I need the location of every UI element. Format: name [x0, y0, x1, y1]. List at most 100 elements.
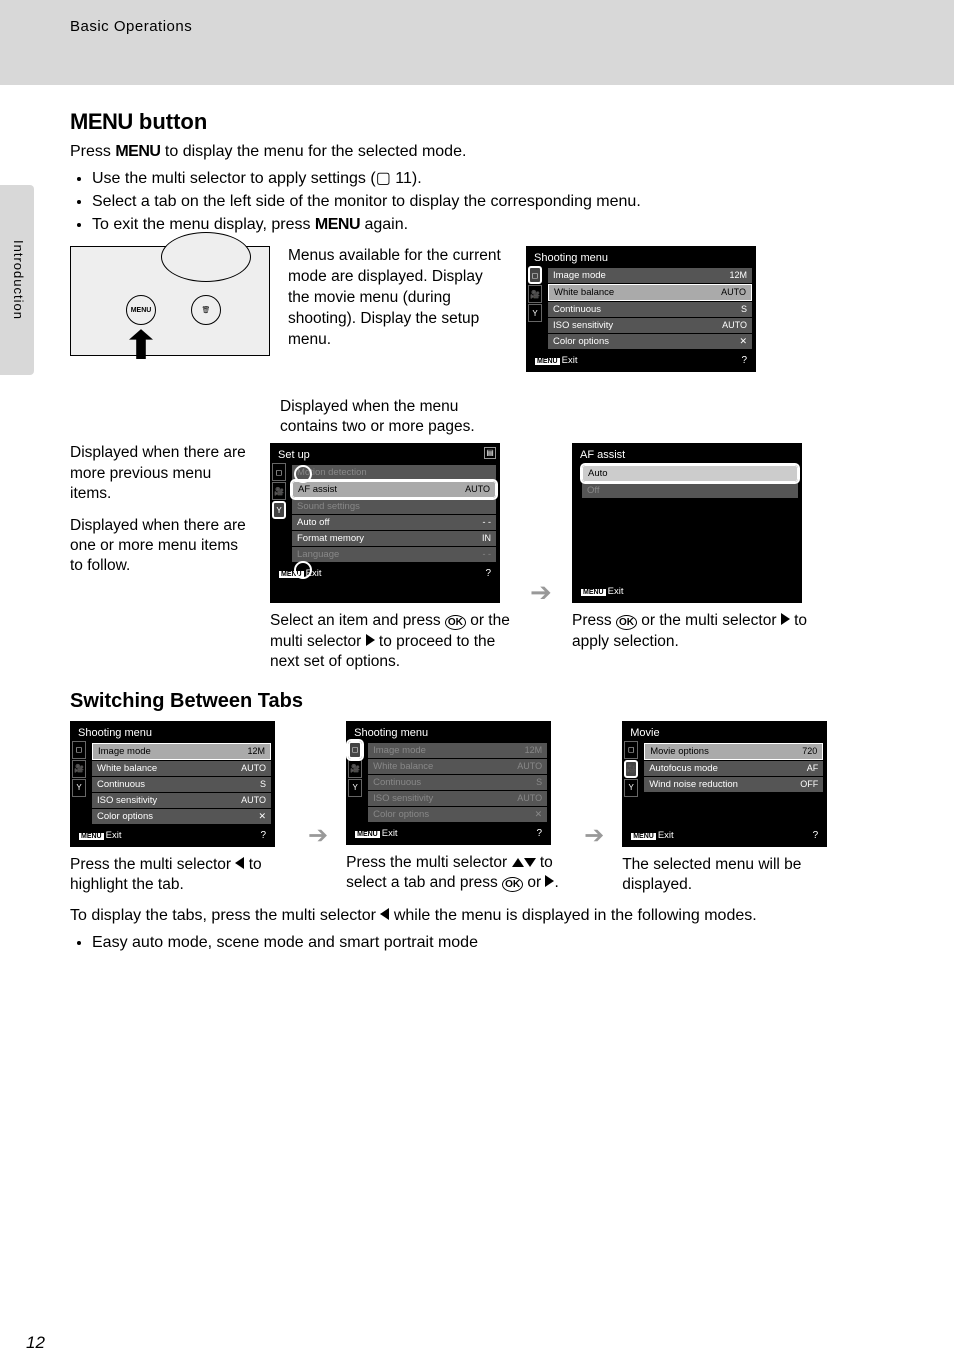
menu-item-value: IN [482, 533, 491, 544]
caption-select-item: Select an item and press OK or the multi… [270, 611, 510, 671]
menu-item-value: S [741, 304, 747, 315]
arrow-right-icon: ➔ [308, 821, 328, 850]
display-tabs: ◻ 🎥 Y [528, 266, 544, 323]
caption-b: Press the multi selector to select a tab… [346, 853, 566, 893]
menu-item-value: ✕ [258, 811, 266, 822]
menu-item-value: AUTO [721, 287, 746, 298]
help-icon: ? [741, 355, 747, 366]
menu-item-label: Autofocus mode [649, 763, 718, 774]
scroll-indicator-icon: ▤ [484, 447, 496, 459]
menu-item-label: Continuous [553, 304, 601, 315]
exit-label: Exit [631, 830, 673, 841]
menu-item-label: Language [297, 549, 339, 560]
heading-menu-button: MENU button [70, 109, 914, 135]
menu-item-value: OFF [800, 779, 818, 790]
page-number: 12 [26, 1333, 45, 1353]
menu-item-label: Color options [553, 336, 609, 347]
menu-item-label: ISO sensitivity [373, 793, 433, 804]
menu-item-label: Sound settings [297, 501, 360, 512]
tabs-display-c: Movie ◻🎥Y Movie options720 Autofocus mod… [622, 721, 827, 847]
menu-item-value: S [536, 777, 542, 788]
menu-item-label: Off [587, 485, 600, 496]
heading-suffix: button [133, 109, 208, 134]
exit-label: Exit [581, 586, 623, 597]
page-body: Introduction MENU button Press MENU to d… [0, 85, 954, 1367]
shooting-menu-display: Shooting menu ◻ 🎥 Y Image mode 12M White … [526, 246, 756, 372]
header-breadcrumb: Basic Operations [0, 0, 954, 53]
display-title: Movie [626, 725, 823, 743]
exit-label: Exit [535, 355, 577, 366]
menu-description: Menus available for the current mode are… [288, 246, 508, 351]
menu-item-value: ✕ [739, 336, 747, 347]
menu-item-value: 12M [247, 746, 265, 757]
exit-label: Exit [79, 830, 121, 841]
menu-item-label: Auto [588, 468, 608, 479]
menu-item-value: AUTO [517, 793, 542, 804]
menu-item-value: - - [483, 517, 492, 528]
menu-item-value: AUTO [465, 484, 490, 495]
arrow-right-icon: ➔ [584, 821, 604, 850]
caption-a: Press the multi selector to highlight th… [70, 855, 290, 895]
menu-item-value: 12M [525, 745, 543, 756]
caption-prev-items: Displayed when there are more previous m… [70, 443, 250, 503]
caption-c: The selected menu will be displayed. [622, 855, 842, 895]
menu-item-label: AF assist [298, 484, 337, 495]
bullet-item: Use the multi selector to apply settings… [92, 167, 914, 190]
menu-item-label: White balance [97, 763, 157, 774]
menu-item-value: - - [483, 549, 492, 560]
menu-item-value: AF [807, 763, 819, 774]
help-icon: ? [813, 830, 819, 841]
display-title: Shooting menu [350, 725, 547, 743]
menu-item-label: Image mode [553, 270, 606, 281]
menu-item-value: 12M [729, 270, 747, 281]
menu-item-label: Continuous [373, 777, 421, 788]
heading-switching-tabs: Switching Between Tabs [70, 690, 914, 713]
tab-setup-icon: Y [528, 304, 542, 322]
menu-item-label: Image mode [98, 746, 151, 757]
menu-item-value: ✕ [535, 809, 543, 820]
menu-item-label: White balance [373, 761, 433, 772]
tab-movie-icon: 🎥 [528, 285, 542, 303]
side-tab-introduction: Introduction [0, 185, 34, 375]
caption-pages: Displayed when the menu contains two or … [280, 397, 520, 437]
footer-para: To display the tabs, press the multi sel… [70, 905, 914, 927]
display-title: Set up [274, 447, 496, 465]
menu-item-value: AUTO [241, 763, 266, 774]
arrow-up-icon [129, 329, 153, 359]
menu-item-label: Color options [373, 809, 429, 820]
menu-item-value: S [260, 779, 266, 790]
display-title: Shooting menu [530, 250, 752, 268]
help-icon: ? [537, 828, 543, 839]
arrow-right-icon: ➔ [530, 577, 552, 608]
af-assist-display: AF assist Auto Off Exit [572, 443, 802, 603]
menu-item-label: Movie options [650, 746, 709, 757]
exit-label: Exit [279, 568, 321, 579]
help-icon: ? [485, 568, 491, 579]
intro-para: Press MENU to display the menu for the s… [70, 141, 914, 163]
menu-items: Image mode 12M White balance AUTO Continuo… [548, 268, 752, 349]
menu-label-prefix: MENU [70, 109, 133, 134]
menu-item-label: Motion detection [297, 467, 367, 478]
menu-item-label: Auto off [297, 517, 330, 528]
caption-next-items: Displayed when there are one or more men… [70, 516, 250, 576]
display-title: Shooting menu [74, 725, 271, 743]
menu-item-label: Color options [97, 811, 153, 822]
menu-item-label: ISO sensitivity [97, 795, 157, 806]
display-title: AF assist [576, 447, 798, 465]
exit-label: Exit [355, 828, 397, 839]
trash-button-icon: 🗑 [191, 295, 221, 325]
menu-item-label: Image mode [373, 745, 426, 756]
menu-item-label: Format memory [297, 533, 364, 544]
caption-apply: Press OK or the multi selector to apply … [572, 611, 812, 651]
menu-item-label: Continuous [97, 779, 145, 790]
setup-menu-display: Set up ▤ ◻🎥Y Motion detection AF assistA… [270, 443, 500, 603]
menu-item-label: Wind noise reduction [649, 779, 738, 790]
menu-item-value: AUTO [517, 761, 542, 772]
menu-item-label: ISO sensitivity [553, 320, 613, 331]
bullet-list-1: Use the multi selector to apply settings… [70, 167, 914, 237]
menu-item-value: 720 [802, 746, 817, 757]
menu-button-icon: MENU [126, 295, 156, 325]
menu-item-label: White balance [554, 287, 614, 298]
tab-camera-icon: ◻ [528, 266, 542, 284]
tabs-display-b: Shooting menu ◻🎥Y Image mode12M White ba… [346, 721, 551, 845]
